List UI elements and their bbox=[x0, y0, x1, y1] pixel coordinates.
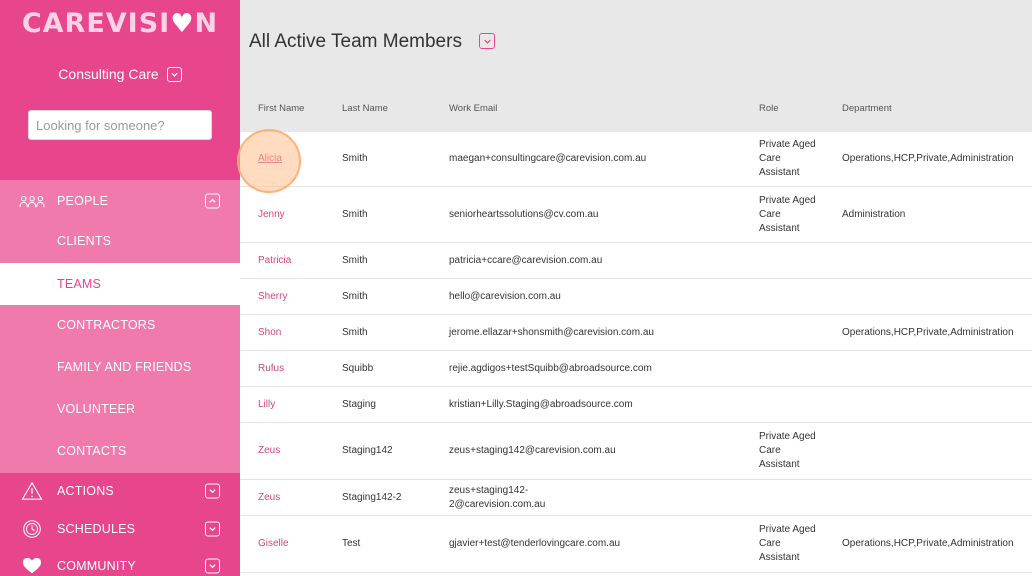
table-row[interactable]: Patricia Smith patricia+ccare@carevision… bbox=[240, 243, 1032, 279]
nav-people-label: PEOPLE bbox=[57, 194, 109, 208]
chevron-down-icon[interactable] bbox=[205, 558, 220, 574]
role: Private Aged Care Assistant bbox=[759, 139, 816, 178]
chevron-down-icon[interactable] bbox=[205, 521, 220, 537]
column-header-last-name[interactable]: Last Name bbox=[342, 103, 388, 114]
nav-family-and-friends[interactable]: FAMILY AND FRIENDS bbox=[0, 346, 240, 388]
first-name-link[interactable]: Giselle bbox=[258, 537, 289, 551]
nav-schedules[interactable]: SCHEDULES bbox=[0, 508, 240, 550]
nav-volunteer[interactable]: VOLUNTEER bbox=[0, 388, 240, 430]
last-name: Staging142-2 bbox=[342, 491, 402, 503]
last-name: Staging142 bbox=[342, 445, 393, 456]
first-name-link[interactable]: Alicia bbox=[258, 152, 282, 166]
work-email: hello@carevision.com.au bbox=[449, 290, 561, 302]
table-row[interactable]: Alicia Smith maegan+consultingcare@carev… bbox=[240, 132, 1032, 187]
department: Operations,HCP,Private,Administration bbox=[842, 326, 1014, 338]
table-row[interactable]: Zeus Staging142 zeus+staging142@carevisi… bbox=[240, 423, 1032, 480]
first-name-link[interactable]: Zeus bbox=[258, 444, 280, 458]
work-email: zeus+staging142-2@carevision.com.au bbox=[449, 484, 546, 510]
people-icon bbox=[18, 189, 46, 213]
work-email: rejie.agdigos+testSquibb@abroadsource.co… bbox=[449, 362, 652, 374]
heart-icon: ♥ bbox=[170, 9, 195, 39]
nav-contacts-label: CONTACTS bbox=[57, 444, 127, 458]
first-name-link[interactable]: Patricia bbox=[258, 254, 291, 268]
role: Private Aged Care Assistant bbox=[759, 431, 816, 470]
clock-icon bbox=[18, 517, 46, 541]
sidebar: CAREVISI♥N Consulting Care PEOPLE CLIENT… bbox=[0, 0, 240, 576]
last-name: Smith bbox=[342, 208, 368, 220]
department: Administration bbox=[842, 208, 906, 220]
first-name-link[interactable]: Lilly bbox=[258, 398, 275, 412]
first-name-link[interactable]: Sherry bbox=[258, 290, 287, 304]
nav-contractors[interactable]: CONTRACTORS bbox=[0, 304, 240, 346]
nav-schedules-label: SCHEDULES bbox=[57, 522, 136, 536]
nav-actions[interactable]: ACTIONS bbox=[0, 470, 240, 512]
search-input[interactable] bbox=[28, 110, 212, 140]
chevron-down-icon[interactable] bbox=[205, 483, 220, 499]
community-heart-icon bbox=[18, 554, 46, 576]
logo-text: CAREVISI bbox=[21, 8, 171, 39]
nav-actions-label: ACTIONS bbox=[57, 484, 114, 498]
table-row[interactable]: Rufus Squibb rejie.agdigos+testSquibb@ab… bbox=[240, 351, 1032, 387]
first-name-link[interactable]: Shon bbox=[258, 326, 281, 340]
table-row[interactable]: Zeus Staging142-2 zeus+staging142-2@care… bbox=[240, 480, 1032, 516]
column-header-work-email[interactable]: Work Email bbox=[449, 103, 497, 114]
last-name: Squibb bbox=[342, 362, 374, 374]
chevron-up-icon[interactable] bbox=[205, 193, 220, 209]
nav-clients-label: CLIENTS bbox=[57, 234, 112, 248]
role: Private Aged Care Assistant bbox=[759, 524, 816, 563]
last-name: Smith bbox=[342, 153, 368, 164]
first-name-link[interactable]: Rufus bbox=[258, 362, 284, 376]
column-header-role[interactable]: Role bbox=[759, 103, 779, 114]
column-header-first-name[interactable]: First Name bbox=[258, 103, 304, 114]
nav-community-label: COMMUNITY bbox=[57, 559, 136, 573]
table-row[interactable]: Lilly Staging kristian+Lilly.Staging@abr… bbox=[240, 387, 1032, 423]
main-content: All Active Team Members First Name Last … bbox=[240, 0, 1032, 576]
nav-people[interactable]: PEOPLE bbox=[0, 180, 240, 222]
nav-contractors-label: CONTRACTORS bbox=[57, 318, 156, 332]
table-row[interactable]: Shon Smith jerome.ellazar+shonsmith@care… bbox=[240, 315, 1032, 351]
work-email: kristian+Lilly.Staging@abroadsource.com bbox=[449, 398, 633, 410]
last-name: Smith bbox=[342, 326, 368, 338]
table-row[interactable]: Sherry Smith hello@carevision.com.au bbox=[240, 279, 1032, 315]
nav-teams-label: TEAMS bbox=[57, 277, 102, 291]
table-row[interactable]: Giselle Test gjavier+test@tenderlovingca… bbox=[240, 516, 1032, 573]
work-email: zeus+staging142@carevision.com.au bbox=[449, 445, 616, 456]
warning-icon bbox=[18, 479, 46, 503]
work-email: jerome.ellazar+shonsmith@carevision.com.… bbox=[449, 326, 654, 338]
work-email: maegan+consultingcare@carevision.com.au bbox=[449, 153, 647, 164]
last-name: Smith bbox=[342, 254, 368, 266]
chevron-down-icon[interactable] bbox=[479, 33, 495, 49]
logo-text-end: N bbox=[194, 8, 219, 39]
nav-teams[interactable]: TEAMS bbox=[0, 263, 240, 305]
work-email: gjavier+test@tenderlovingcare.com.au bbox=[449, 538, 621, 549]
department: Operations,HCP,Private,Administration bbox=[842, 153, 1014, 164]
first-name-link[interactable]: Zeus bbox=[258, 491, 280, 505]
last-name: Test bbox=[342, 538, 361, 549]
role: Private Aged Care Assistant bbox=[759, 194, 816, 234]
nav-community[interactable]: COMMUNITY bbox=[0, 545, 240, 576]
first-name-link[interactable]: Jenny bbox=[258, 208, 285, 222]
org-name: Consulting Care bbox=[58, 66, 159, 82]
nav-family-label: FAMILY AND FRIENDS bbox=[57, 360, 192, 374]
page-title: All Active Team Members bbox=[249, 31, 462, 52]
nav-clients[interactable]: CLIENTS bbox=[0, 220, 240, 262]
nav-volunteer-label: VOLUNTEER bbox=[57, 402, 136, 416]
department: Operations,HCP,Private,Administration bbox=[842, 538, 1014, 549]
chevron-down-icon[interactable] bbox=[166, 66, 182, 82]
last-name: Smith bbox=[342, 290, 368, 302]
nav-contacts[interactable]: CONTACTS bbox=[0, 430, 240, 472]
org-selector[interactable]: Consulting Care bbox=[0, 66, 240, 82]
page-header: All Active Team Members First Name Last … bbox=[240, 0, 1032, 132]
work-email: seniorheartssolutions@cv.com.au bbox=[449, 208, 599, 220]
brand-logo: CAREVISI♥N bbox=[0, 8, 240, 39]
table-row[interactable]: Jenny Smith seniorheartssolutions@cv.com… bbox=[240, 187, 1032, 243]
column-header-department[interactable]: Department bbox=[842, 103, 892, 114]
work-email: patricia+ccare@carevision.com.au bbox=[449, 254, 603, 266]
last-name: Staging bbox=[342, 398, 376, 410]
